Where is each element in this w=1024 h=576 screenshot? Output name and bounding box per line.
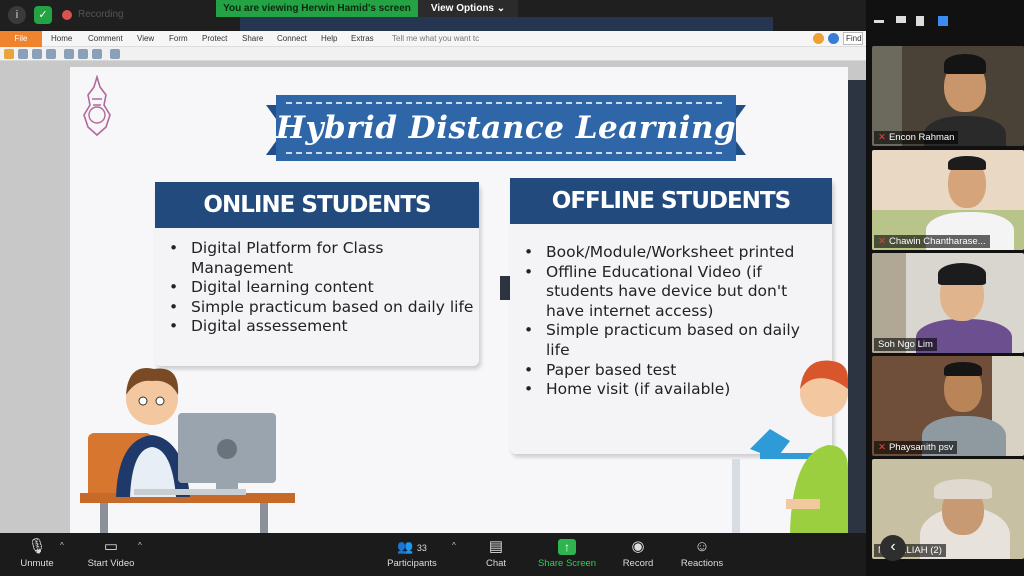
participant-tile[interactable]: Soh Ngo Lim <box>872 253 1024 353</box>
participant-name: ✕ Encon Rahman <box>874 131 959 144</box>
share-screen-icon: ↑ <box>558 539 576 555</box>
muted-mic-icon: ✕ <box>878 132 886 143</box>
list-item: Digital Platform for Class Management <box>155 239 475 278</box>
tab-help[interactable]: Help <box>321 34 337 43</box>
online-students-heading: ONLINE STUDENTS <box>155 182 479 228</box>
participant-name: Soh Ngo Lim <box>874 338 937 351</box>
tab-home[interactable]: Home <box>51 34 72 43</box>
document-scrollbar[interactable] <box>848 80 866 533</box>
participants-count: 33 <box>416 543 427 553</box>
tab-share[interactable]: Share <box>242 34 263 43</box>
viewing-screen-banner: You are viewing Herwin Hamid's screen <box>216 0 418 17</box>
muted-mic-icon: ✕ <box>878 236 886 247</box>
app-ribbon: File Home Comment View Form Protect Shar… <box>0 31 866 47</box>
zoom-meeting-window: i ✓ Recording You are viewing Herwin Ham… <box>0 0 1024 576</box>
tell-me-search[interactable]: Tell me what you want tc <box>392 34 479 43</box>
recording-label: Recording <box>78 9 124 20</box>
share-screen-label: Share Screen <box>537 558 597 569</box>
participants-options-caret[interactable]: ^ <box>452 541 456 550</box>
smiley-icon[interactable] <box>813 33 824 44</box>
help-icon[interactable] <box>828 33 839 44</box>
tab-view[interactable]: View <box>137 34 154 43</box>
hand-icon[interactable] <box>64 49 74 59</box>
chat-icon: ▤ <box>488 538 504 555</box>
view-options-button[interactable]: View Options ⌄ <box>418 0 518 17</box>
chat-button[interactable]: ▤ Chat <box>478 533 514 576</box>
online-student-illustration <box>80 368 295 533</box>
list-item: Digital learning content <box>155 278 475 298</box>
participants-button[interactable]: 👥 33 Participants <box>382 533 442 576</box>
record-button[interactable]: ◉ Record <box>618 533 658 576</box>
undo-icon[interactable] <box>78 49 88 59</box>
recording-dot-icon <box>62 10 72 20</box>
tab-connect[interactable]: Connect <box>277 34 307 43</box>
restore-icon[interactable] <box>896 16 906 23</box>
list-item: Simple practicum based on daily life <box>155 298 475 318</box>
reactions-label: Reactions <box>680 558 724 569</box>
chat-label: Chat <box>485 558 507 569</box>
list-item: Offline Educational Video (if students h… <box>510 263 828 322</box>
school-logo-icon <box>83 75 111 137</box>
meeting-controls: 🎙 Unmute ^ ▭ Start Video ^ 👥 33 Particip… <box>0 533 866 576</box>
tab-form[interactable]: Form <box>169 34 188 43</box>
tab-extras[interactable]: Extras <box>351 34 374 43</box>
participant-tile[interactable]: ✕ Chawin Chantharase... <box>872 150 1024 250</box>
record-icon: ◉ <box>631 538 645 555</box>
shield-icon[interactable]: ✓ <box>34 6 52 24</box>
list-item: Digital assessement <box>155 317 475 337</box>
video-off-icon: ▭ <box>103 538 119 555</box>
muted-mic-icon: 🎙 <box>27 538 47 555</box>
participant-gallery: ✕ Encon Rahman ✕ Chawin Chantharase... Soh… <box>866 0 1024 576</box>
print-icon[interactable] <box>32 49 42 59</box>
audio-options-caret[interactable]: ^ <box>60 541 64 550</box>
tab-comment[interactable]: Comment <box>88 34 123 43</box>
online-students-card: ONLINE STUDENTS Digital Platform for Cla… <box>155 182 479 366</box>
record-label: Record <box>622 558 654 569</box>
participant-name: ✕ Chawin Chantharase... <box>874 235 990 248</box>
presentation-slide: Hybrid Distance Learning ONLINE STUDENTS… <box>70 67 848 533</box>
info-icon[interactable]: i <box>8 6 26 24</box>
list-item: Book/Module/Worksheet printed <box>510 243 828 263</box>
participant-tile[interactable]: ✕ Phaysanith psv <box>872 356 1024 456</box>
participant-name: ✕ Phaysanith psv <box>874 441 958 454</box>
video-options-caret[interactable]: ^ <box>138 541 142 550</box>
unmute-button[interactable]: 🎙 Unmute <box>12 533 62 576</box>
start-video-button[interactable]: ▭ Start Video <box>80 533 142 576</box>
pointer-icon[interactable] <box>110 49 120 59</box>
reactions-button[interactable]: ☺ Reactions <box>676 533 728 576</box>
offline-student-illustration <box>732 360 848 533</box>
find-box[interactable]: Find <box>843 32 863 45</box>
shared-window-strip <box>240 17 773 31</box>
open-icon[interactable] <box>4 49 14 59</box>
layout-icon[interactable] <box>916 16 924 26</box>
muted-mic-icon: ✕ <box>878 442 886 453</box>
minimize-icon[interactable] <box>874 20 884 23</box>
participant-name-text: Encon Rahman <box>888 132 955 143</box>
grid-view-icon[interactable] <box>938 16 948 26</box>
gallery-prev-button[interactable]: ‹ <box>880 535 906 561</box>
file-menu[interactable]: File <box>0 31 42 47</box>
redo-icon[interactable] <box>92 49 102 59</box>
unmute-label: Unmute <box>20 558 54 569</box>
participant-tile[interactable]: ✕ Encon Rahman <box>872 46 1024 146</box>
reactions-icon: ☺ <box>694 538 710 555</box>
gallery-controls <box>866 0 1024 44</box>
copy-icon[interactable] <box>46 49 56 59</box>
save-icon[interactable] <box>18 49 28 59</box>
slide-title-banner: Hybrid Distance Learning <box>266 95 746 165</box>
participant-name-text: Phaysanith psv <box>888 442 954 453</box>
tab-protect[interactable]: Protect <box>202 34 227 43</box>
slide-title: Hybrid Distance Learning <box>275 110 737 146</box>
quick-toolbar <box>0 47 866 61</box>
participant-name-text: Soh Ngo Lim <box>878 339 933 350</box>
offline-students-heading: OFFLINE STUDENTS <box>510 178 832 224</box>
participant-name-text: Chawin Chantharase... <box>888 236 986 247</box>
participants-label: Participants <box>387 558 437 569</box>
share-screen-button[interactable]: ↑ Share Screen <box>534 533 600 576</box>
online-students-list: Digital Platform for Class Management Di… <box>155 239 475 337</box>
participants-icon: 👥 33 <box>397 539 427 554</box>
start-video-label: Start Video <box>87 558 135 569</box>
